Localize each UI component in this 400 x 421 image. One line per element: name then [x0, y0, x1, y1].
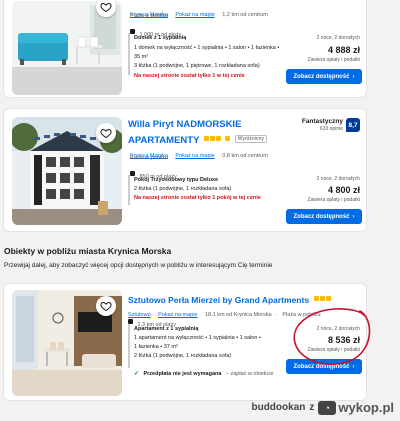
watermark: buddookan z ◔ wykop.pl [251, 400, 394, 415]
heart-icon [100, 301, 112, 312]
listing-photo[interactable] [12, 290, 122, 396]
prepayment-info: ✓ Przedpłata nie jest wymagana – zapłać … [134, 362, 274, 380]
see-availability-button[interactable]: Zobacz dostępność › [286, 69, 362, 84]
wykop-logo: ◔ wykop.pl [318, 400, 394, 415]
room-divider [128, 175, 130, 205]
room-beds: 2 łóżka (1 podwójne, 1 rozkładana sofa) [134, 353, 232, 359]
price: 4 888 zł [327, 45, 360, 55]
distance-text: 18,1 km od Krynica Morska [204, 312, 272, 318]
prepay-label: Przedpłata nie jest wymagana [143, 371, 222, 377]
room-line: 1 łazienka • 37 m² [134, 344, 178, 350]
distance-text: 1,2 km od centrum [222, 12, 268, 18]
wykop-site-name: wykop.pl [338, 400, 394, 415]
watermark-author: buddookan [251, 402, 306, 413]
section-title: Obiekty w pobliżu miasta Krynica Morska [4, 246, 172, 256]
review-count: 633 opinie [319, 126, 343, 132]
property-title[interactable]: Willa Piryt NADMORSKIE [128, 119, 241, 130]
listing-photo[interactable] [12, 1, 122, 95]
thumbs-up-icon [225, 136, 231, 142]
beach-label: Plaża w pobliżu [130, 13, 169, 19]
heart-icon [100, 128, 112, 139]
wave-icon [130, 171, 135, 177]
listing-photo[interactable] [12, 117, 122, 225]
stay-length: 2 noce, 2 dorosłych [316, 176, 360, 182]
review-score-badge[interactable]: 8,7 [346, 118, 360, 132]
availability-warning: Na naszej stronie został tylko 1 w tej c… [134, 73, 245, 79]
watermark-separator: z [309, 402, 315, 413]
favorite-heart-button[interactable] [96, 296, 116, 316]
listing-card-1: Krynica Morska Pokaż na mapie 1,2 km od … [3, 0, 367, 98]
availability-warning: Na naszej stronie został tylko 1 pokój w… [134, 195, 261, 201]
stay-length: 2 noce, 2 dorosłych [316, 35, 360, 41]
rating-label: Fantastyczny [301, 118, 343, 125]
room-title: Pokój Trzyosobowy typu Deluxe [134, 177, 219, 183]
show-on-map-link[interactable]: Pokaż na mapie [175, 153, 214, 159]
price-note: Zawiera opłaty i podatki [307, 197, 360, 203]
page: { "card1": { "links": ["Krynica Morska",… [0, 0, 400, 421]
room-title: Domek z 1 sypialnią [134, 35, 187, 41]
room-line: 1 apartament na wyłączność • 1 sypialnia… [134, 335, 261, 341]
separator-dot: · [276, 312, 278, 318]
wave-icon [130, 29, 135, 35]
rating-stars [313, 296, 331, 302]
prepay-suffix: – zapłać w obiekcie [225, 371, 274, 377]
room-divider [128, 33, 130, 75]
beach-label: Plaża w pobliżu [130, 155, 169, 161]
room-title: Apartament z 1 sypialnią [134, 326, 199, 332]
show-on-map-link[interactable]: Pokaż na mapie [175, 12, 214, 18]
favorite-heart-button[interactable] [96, 123, 116, 143]
wykop-logo-icon: ◔ [318, 400, 337, 415]
room-line: 1 domek na wyłączność • 1 sypialnia • 1 … [134, 45, 280, 51]
chevron-right-icon: › [352, 213, 355, 220]
price-note: Zawiera opłaty i podatki [307, 57, 360, 63]
rating-stars [203, 136, 221, 142]
annotation-circle [293, 308, 371, 365]
button-label: Zobacz dostępność [293, 213, 350, 220]
chevron-right-icon: › [352, 73, 355, 80]
featured-badge: Wyróżniony [234, 134, 267, 143]
heart-icon [100, 2, 112, 13]
room-line: 35 m² [134, 54, 149, 60]
see-availability-button[interactable]: Zobacz dostępność › [286, 209, 362, 224]
price: 4 800 zł [327, 185, 360, 195]
room-beds: 2 łóżka (1 podwójne, 1 rozkładana sofa) [134, 186, 232, 192]
section-subtitle: Przewijaj dalej, aby zobaczyć więcej opc… [4, 262, 273, 269]
room-divider [128, 324, 130, 368]
room-beds: 3 łóżka (1 podwójne, 1 piętrowe, 1 rozkł… [134, 63, 260, 69]
button-label: Zobacz dostępność [293, 73, 350, 80]
check-icon: ✓ [134, 371, 140, 377]
distance-text: 0,8 km od centrum [222, 153, 268, 159]
listing-card-2: Willa Piryt NADMORSKIE APARTAMENTY Wyróż… [3, 108, 367, 232]
